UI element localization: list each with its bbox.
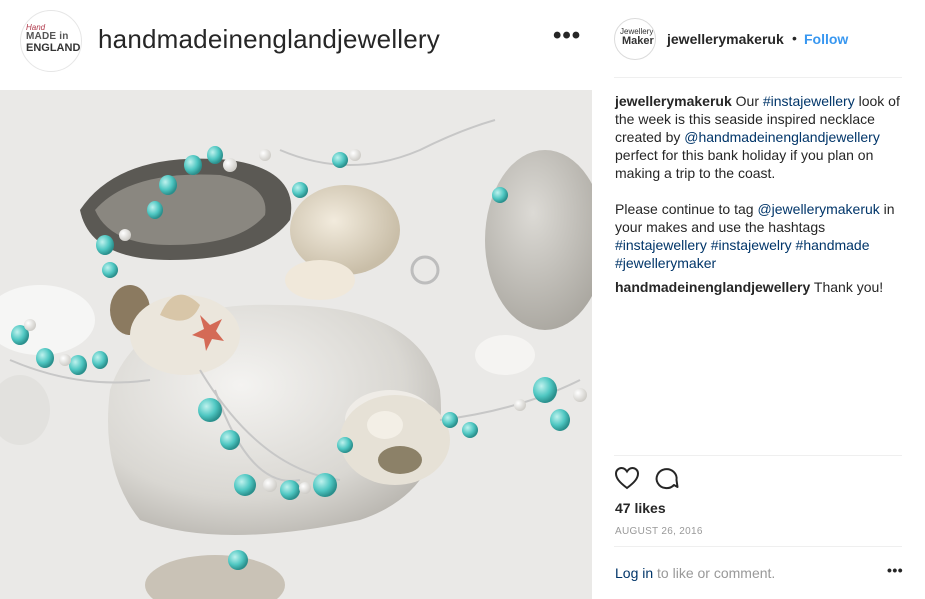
login-link[interactable]: Log in bbox=[615, 565, 653, 581]
jewellery-photo-illustration bbox=[0, 90, 592, 599]
header-divider bbox=[614, 77, 902, 78]
hashtag-link[interactable]: #instajewelry bbox=[711, 237, 792, 253]
caption-paragraph-2: Please continue to tag @jewellerymakeruk… bbox=[615, 200, 905, 272]
mention-link[interactable]: @handmadeinenglandjewellery bbox=[684, 129, 880, 145]
more-options-icon[interactable]: ••• bbox=[553, 22, 581, 50]
more-icon[interactable]: ••• bbox=[887, 562, 903, 578]
caption-text: perfect for this bank holiday if you pla… bbox=[615, 147, 874, 181]
comment-icon[interactable] bbox=[654, 466, 680, 490]
author-username[interactable]: jewellerymakeruk bbox=[667, 31, 784, 47]
reply-username[interactable]: handmadeinenglandjewellery bbox=[615, 279, 810, 295]
hashtag-link[interactable]: #handmade bbox=[796, 237, 870, 253]
author-avatar[interactable]: Jewellery Maker bbox=[614, 18, 656, 60]
hashtag-link[interactable]: #instajewellery bbox=[615, 237, 707, 253]
post-photo[interactable] bbox=[0, 90, 592, 599]
caption: jewellerymakeruk Our #instajewellery loo… bbox=[615, 92, 905, 182]
mention-link[interactable]: @jewellerymakeruk bbox=[757, 201, 879, 217]
reply-comment: handmadeinenglandjewellery Thank you! bbox=[615, 278, 905, 296]
author-avatar-line2: Maker bbox=[622, 35, 654, 47]
avatar-text-line3: ENGLAND bbox=[26, 42, 81, 54]
profile-avatar[interactable]: Hand MADE in ENGLAND bbox=[20, 10, 82, 72]
reply-text: Thank you! bbox=[810, 279, 884, 295]
post-sidebar: Jewellery Maker jewellerymakeruk • Follo… bbox=[592, 0, 925, 599]
caption-text: Please continue to tag bbox=[615, 201, 758, 217]
caption-username[interactable]: jewellerymakeruk bbox=[615, 93, 732, 109]
likes-count[interactable]: 47 likes bbox=[615, 500, 666, 516]
follow-button[interactable]: Follow bbox=[804, 31, 848, 47]
profile-header: Hand MADE in ENGLAND handmadeinenglandje… bbox=[0, 0, 592, 90]
footer-divider bbox=[614, 546, 902, 547]
caption-text: Our bbox=[731, 93, 763, 109]
comments-section: jewellerymakeruk Our #instajewellery loo… bbox=[615, 92, 905, 314]
login-prompt: Log in to like or comment. bbox=[615, 565, 775, 581]
hashtag-link[interactable]: #instajewellery bbox=[763, 93, 855, 109]
post-date[interactable]: AUGUST 26, 2016 bbox=[615, 526, 703, 537]
hashtag-link[interactable]: #jewellerymaker bbox=[615, 255, 716, 271]
heart-icon[interactable] bbox=[614, 466, 640, 490]
avatar-text-line2: MADE in bbox=[26, 31, 69, 42]
profile-username[interactable]: handmadeinenglandjewellery bbox=[98, 24, 440, 55]
header-separator: • bbox=[792, 30, 797, 46]
login-prompt-text: to like or comment. bbox=[653, 565, 776, 581]
actions-divider bbox=[614, 455, 902, 456]
post-author-header: Jewellery Maker jewellerymakeruk • Follo… bbox=[614, 18, 904, 60]
